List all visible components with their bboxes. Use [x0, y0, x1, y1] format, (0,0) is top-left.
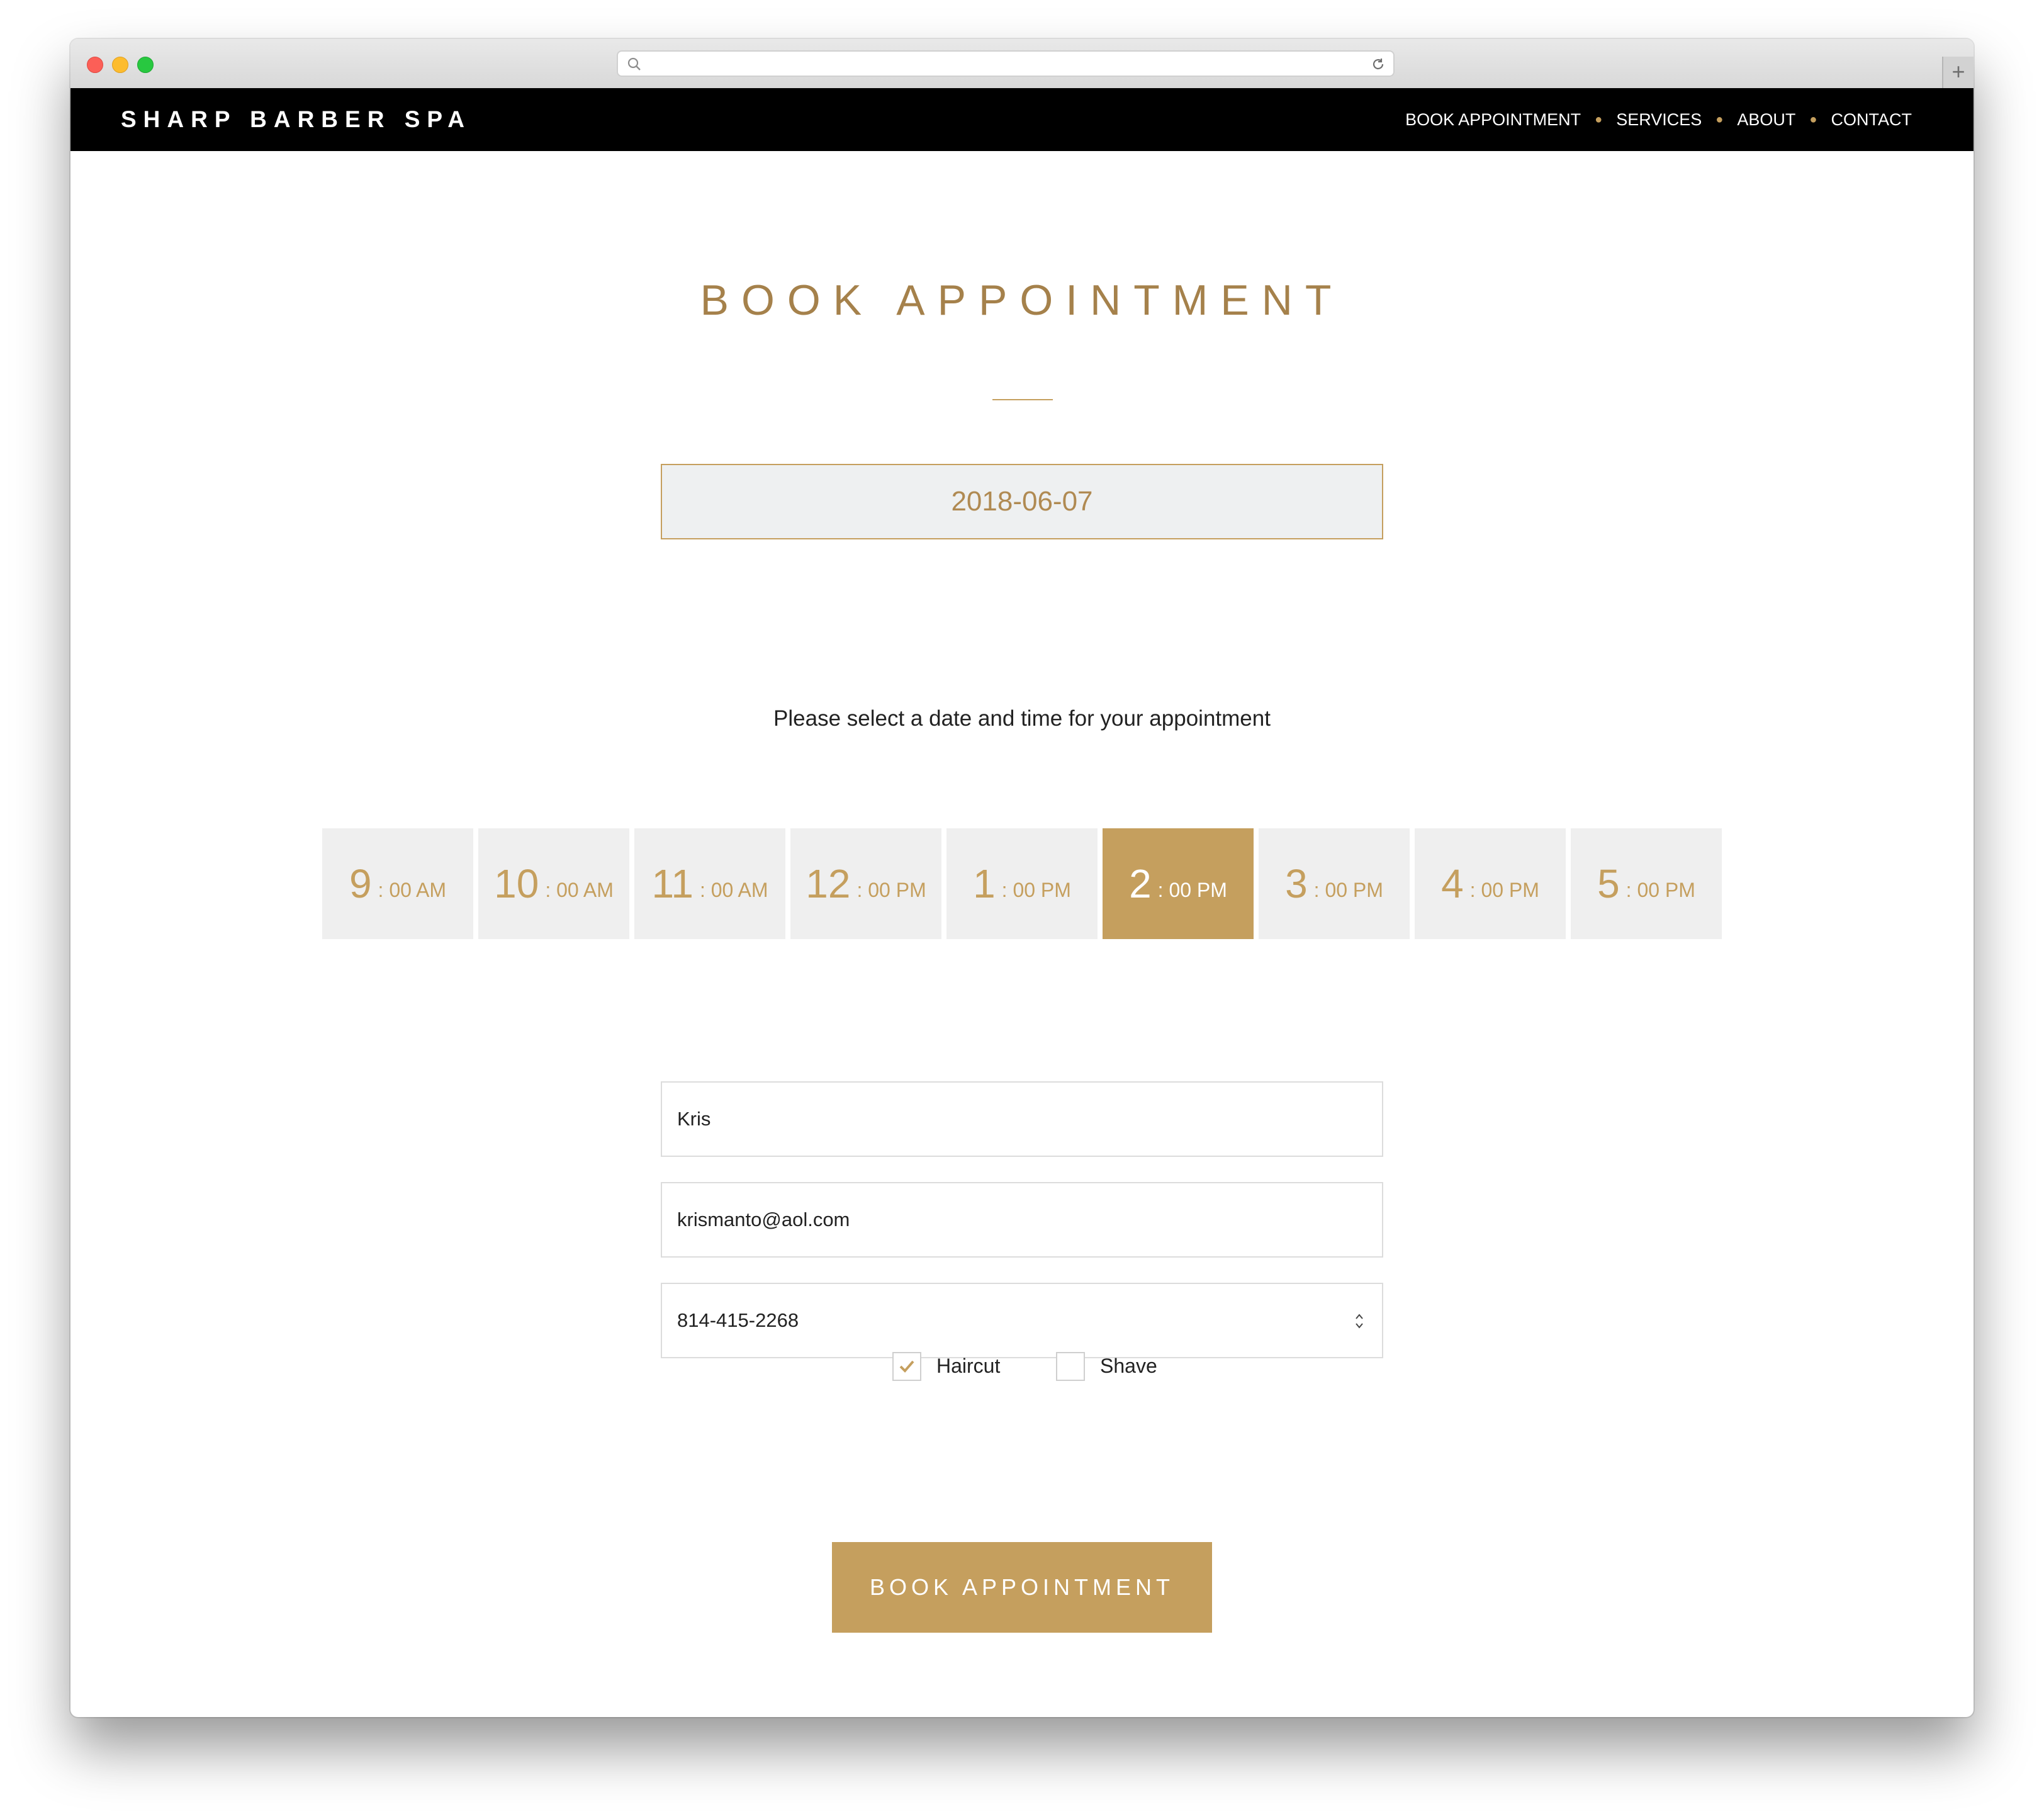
time-slot[interactable]: 10 : 00 AM [478, 828, 629, 939]
page-title: BOOK APPOINTMENT [700, 276, 1344, 324]
time-slot-hour: 1 [973, 861, 996, 906]
phone-input-value: 814-415-2268 [677, 1309, 799, 1331]
close-window-button[interactable] [87, 57, 103, 73]
plus-icon[interactable]: + [1942, 57, 1974, 88]
book-appointment-button[interactable]: BOOK APPOINTMENT [832, 1542, 1212, 1633]
nav-about[interactable]: ABOUT [1737, 110, 1795, 130]
time-slot-suffix: : 00 AM [378, 878, 447, 901]
nav-separator: ● [1595, 112, 1603, 127]
browser-toolbar: + [70, 39, 1974, 89]
time-slot-suffix: : 00 PM [1313, 878, 1383, 901]
spinner-arrows-icon[interactable] [1354, 1310, 1364, 1332]
time-slot-suffix: : 00 PM [1001, 878, 1071, 901]
main-nav: BOOK APPOINTMENT ● SERVICES ● ABOUT ● CO… [1405, 88, 1912, 151]
reload-icon[interactable] [1371, 57, 1386, 72]
email-input[interactable]: krismanto@aol.com [661, 1182, 1383, 1258]
zoom-window-button[interactable] [137, 57, 154, 73]
shave-label[interactable]: Shave [1100, 1354, 1157, 1378]
phone-input[interactable]: 814-415-2268 [661, 1283, 1383, 1358]
time-slot-suffix: : 00 PM [1469, 878, 1539, 901]
time-slot-hour: 9 [349, 861, 372, 906]
site-header: SHARP BARBER SPA BOOK APPOINTMENT ● SERV… [70, 88, 1974, 151]
search-icon [627, 57, 641, 70]
haircut-label[interactable]: Haircut [936, 1354, 1000, 1378]
time-slot-suffix: : 00 PM [1626, 878, 1695, 901]
site-logo[interactable]: SHARP BARBER SPA [121, 88, 471, 151]
time-slot[interactable]: 2: 00 PM [1103, 828, 1254, 939]
time-slot-hour: 11 [651, 861, 694, 906]
haircut-checkbox[interactable] [892, 1352, 921, 1381]
time-slot-hour: 3 [1285, 861, 1308, 906]
time-slot-hour: 4 [1441, 861, 1464, 906]
nav-services[interactable]: SERVICES [1616, 110, 1702, 130]
time-slot-suffix: : 00 AM [545, 878, 614, 901]
time-slot[interactable]: 3: 00 PM [1259, 828, 1410, 939]
time-slot-hour: 5 [1597, 861, 1620, 906]
date-picker-field[interactable]: 2018-06-07 [661, 464, 1383, 539]
time-slot-suffix: : 00 PM [1157, 878, 1227, 901]
time-slot[interactable]: 1: 00 PM [946, 828, 1098, 939]
time-slot[interactable]: 4: 00 PM [1415, 828, 1566, 939]
time-slot-hour: 10 [494, 861, 539, 906]
nav-contact[interactable]: CONTACT [1831, 110, 1912, 130]
browser-window: + SHARP BARBER SPA BOOK APPOINTMENT ● SE… [70, 39, 1974, 1717]
time-slot[interactable]: 5 : 00 PM [1571, 828, 1722, 939]
nav-separator: ● [1809, 112, 1817, 127]
minimize-window-button[interactable] [112, 57, 128, 73]
instructions-text: Please select a date and time for your a… [773, 706, 1271, 731]
time-slot-hour: 2 [1129, 861, 1152, 906]
time-slot-suffix: : 00 PM [856, 878, 926, 901]
name-input[interactable]: Kris [661, 1081, 1383, 1157]
checkmark-icon [899, 1360, 914, 1373]
time-slot-suffix: : 00 AM [699, 878, 768, 901]
time-slot[interactable]: 11: 00 AM [634, 828, 785, 939]
address-bar[interactable] [617, 50, 1395, 77]
shave-checkbox[interactable] [1056, 1352, 1085, 1381]
time-slot-hour: 12 [806, 861, 851, 906]
time-slot[interactable]: 9 : 00 AM [322, 828, 473, 939]
title-divider [992, 399, 1053, 400]
nav-book-appointment[interactable]: BOOK APPOINTMENT [1405, 110, 1581, 130]
time-slot[interactable]: 12: 00 PM [790, 828, 941, 939]
nav-separator: ● [1716, 112, 1724, 127]
